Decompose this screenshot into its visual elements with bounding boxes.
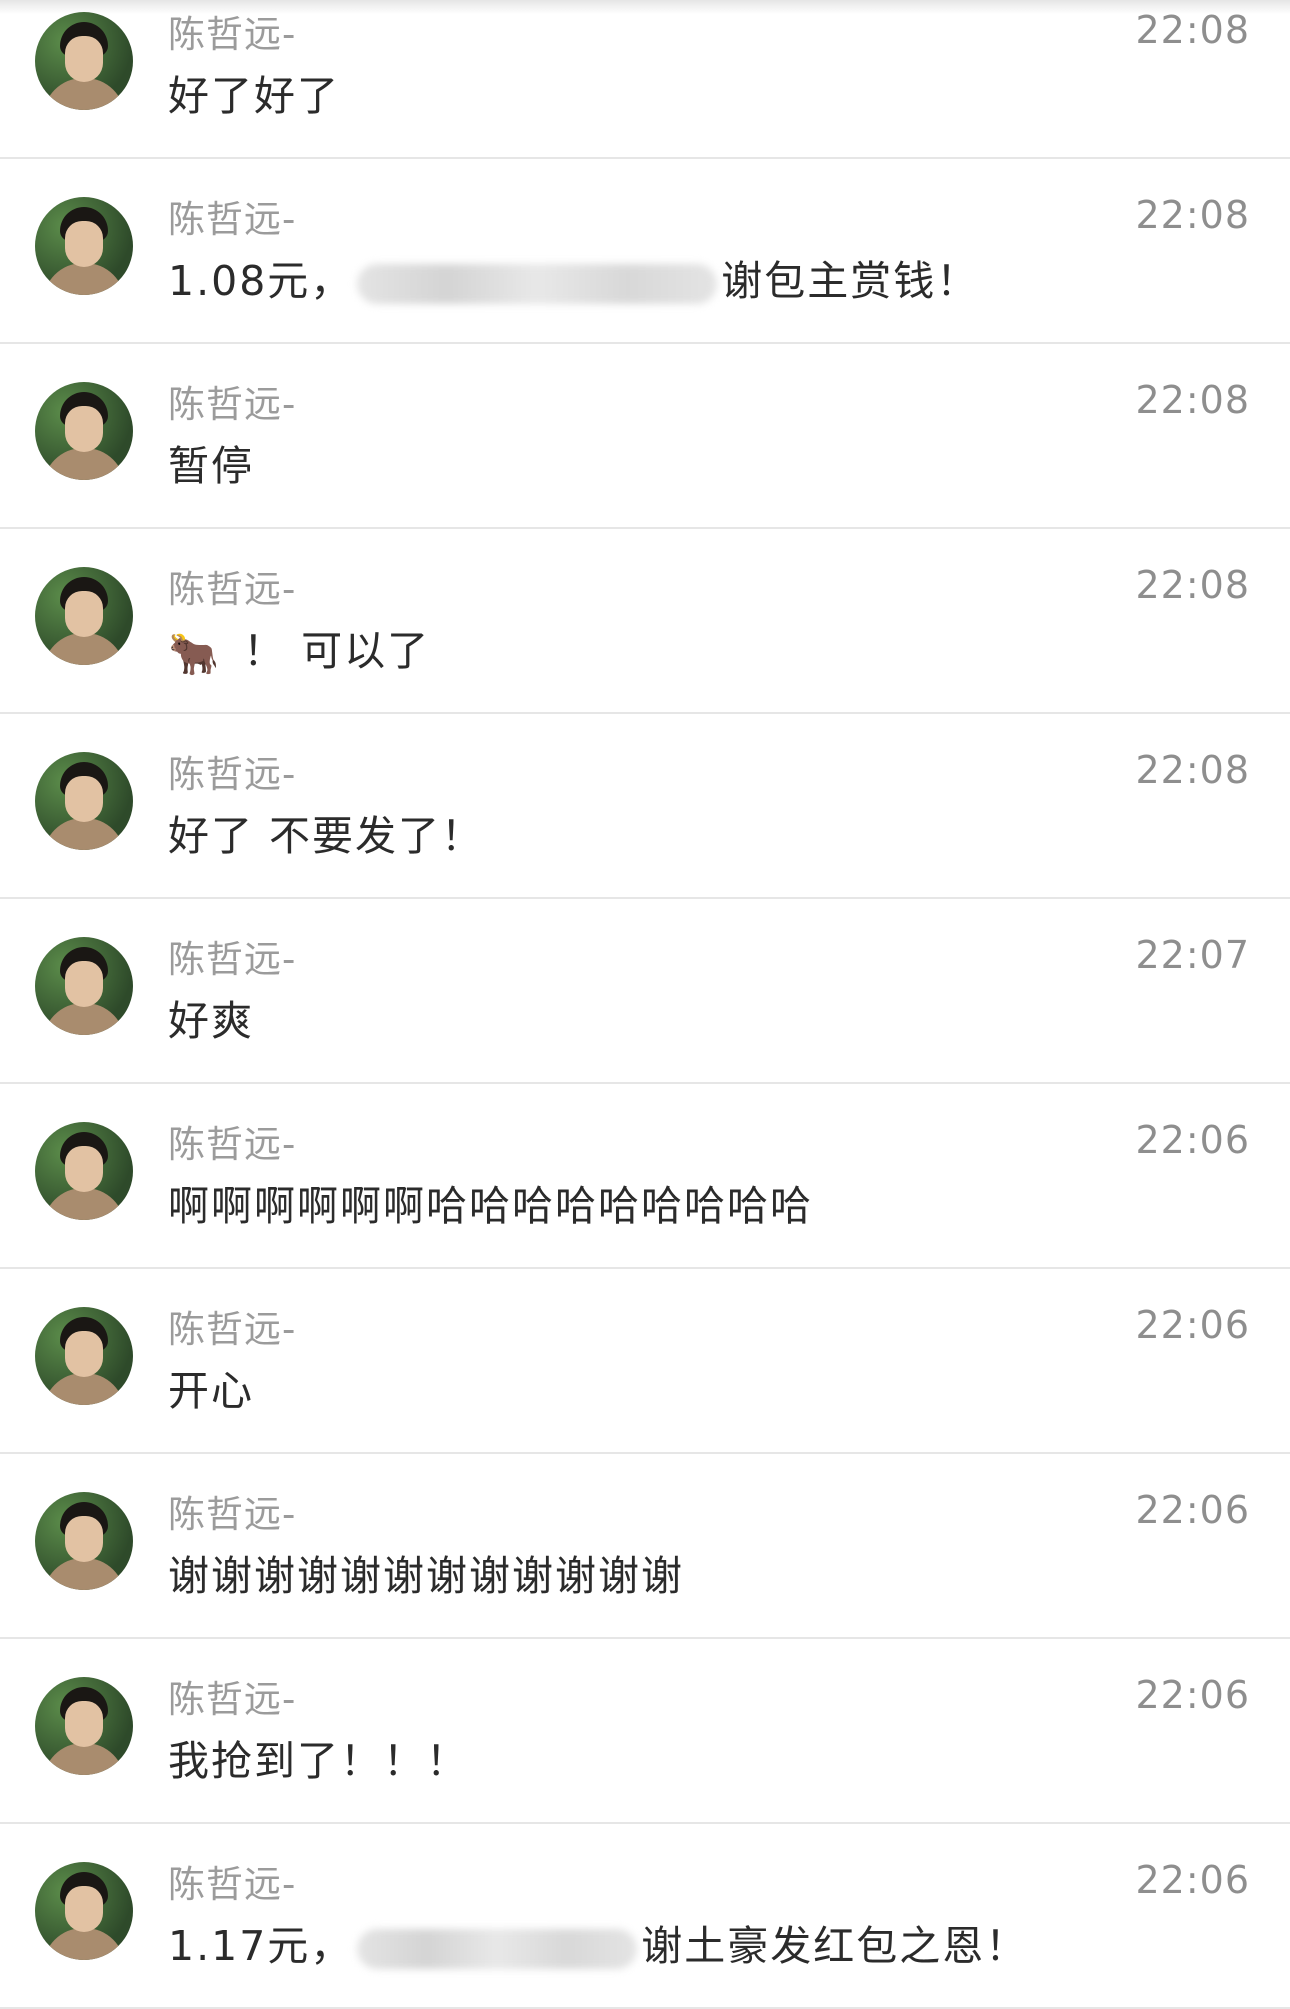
message-time: 22:08 — [1135, 193, 1250, 237]
message-text: 谢谢谢谢谢谢谢谢谢谢谢谢 — [168, 1552, 684, 1600]
avatar[interactable] — [35, 1307, 133, 1405]
message-text: 好了 不要发了！ — [168, 812, 485, 860]
sender-name: 陈哲远- — [168, 1678, 297, 1721]
avatar[interactable] — [35, 197, 133, 295]
red-packet-amount: 1.17元， — [168, 1922, 354, 1970]
message-time: 22:07 — [1135, 933, 1250, 977]
avatar[interactable] — [35, 937, 133, 1035]
message-text: 啊啊啊啊啊啊哈哈哈哈哈哈哈哈哈 — [168, 1182, 813, 1230]
red-packet-amount: 1.08元， — [168, 257, 354, 305]
avatar[interactable] — [35, 1677, 133, 1775]
message-time: 22:08 — [1135, 378, 1250, 422]
sender-name: 陈哲远- — [168, 1493, 297, 1536]
sender-name: 陈哲远- — [168, 1123, 297, 1166]
message-time: 22:06 — [1135, 1858, 1250, 1902]
avatar[interactable] — [35, 1122, 133, 1220]
message-row[interactable]: 陈哲远- 22:07 好爽 — [0, 899, 1290, 1084]
message-row[interactable]: 陈哲远- 22:08 好了 不要发了！ — [0, 714, 1290, 899]
header-shadow — [0, 0, 1290, 14]
ox-emoji-icon: 🐂 — [168, 629, 222, 678]
red-packet-thanks: 谢包主赏钱！ — [721, 257, 980, 305]
message-row[interactable]: 陈哲远- 22:08 1.08元， 谢包主赏钱！ — [0, 159, 1290, 344]
message-text: 1.17元， 谢土豪发红包之恩！ — [168, 1912, 1028, 1972]
sender-name: 陈哲远- — [168, 1863, 297, 1906]
avatar[interactable] — [35, 1862, 133, 1960]
message-row[interactable]: 陈哲远- 22:08 好了好了 — [0, 0, 1290, 159]
message-time: 22:06 — [1135, 1673, 1250, 1717]
message-text: 1.08元， 谢包主赏钱！ — [168, 247, 979, 307]
message-text: 🐂 ！ 可以了 — [168, 617, 430, 679]
avatar[interactable] — [35, 1492, 133, 1590]
avatar[interactable] — [35, 567, 133, 665]
message-time: 22:08 — [1135, 748, 1250, 792]
message-list[interactable]: 陈哲远- 22:08 好了好了 陈哲远- 22:08 1.08元， 谢包主赏钱！ … — [0, 0, 1290, 2009]
message-text: 我抢到了！！！ — [168, 1737, 469, 1785]
message-text-body: ！ 可以了 — [243, 627, 431, 675]
message-row[interactable]: 陈哲远- 22:06 啊啊啊啊啊啊哈哈哈哈哈哈哈哈哈 — [0, 1084, 1290, 1269]
message-time: 22:08 — [1135, 8, 1250, 52]
avatar[interactable] — [35, 382, 133, 480]
blurred-redaction — [357, 264, 718, 304]
message-time: 22:06 — [1135, 1303, 1250, 1347]
message-time: 22:08 — [1135, 563, 1250, 607]
message-text: 好爽 — [168, 997, 254, 1045]
message-row[interactable]: 陈哲远- 22:06 我抢到了！！！ — [0, 1639, 1290, 1824]
message-row[interactable]: 陈哲远- 22:06 谢谢谢谢谢谢谢谢谢谢谢谢 — [0, 1454, 1290, 1639]
message-row[interactable]: 陈哲远- 22:08 暂停 — [0, 344, 1290, 529]
sender-name: 陈哲远- — [168, 568, 297, 611]
avatar[interactable] — [35, 752, 133, 850]
sender-name: 陈哲远- — [168, 198, 297, 241]
message-time: 22:06 — [1135, 1118, 1250, 1162]
avatar[interactable] — [35, 12, 133, 110]
message-row[interactable]: 陈哲远- 22:06 1.17元， 谢土豪发红包之恩！ — [0, 1824, 1290, 2009]
sender-name: 陈哲远- — [168, 1308, 297, 1351]
message-text: 开心 — [168, 1367, 254, 1415]
message-text: 暂停 — [168, 442, 254, 490]
message-time: 22:06 — [1135, 1488, 1250, 1532]
sender-name: 陈哲远- — [168, 938, 297, 981]
sender-name: 陈哲远- — [168, 753, 297, 796]
blurred-redaction — [357, 1929, 638, 1969]
message-row[interactable]: 陈哲远- 22:06 开心 — [0, 1269, 1290, 1454]
message-row[interactable]: 陈哲远- 22:08 🐂 ！ 可以了 — [0, 529, 1290, 714]
message-text: 好了好了 — [168, 72, 340, 120]
red-packet-thanks: 谢土豪发红包之恩！ — [641, 1922, 1029, 1970]
sender-name: 陈哲远- — [168, 383, 297, 426]
